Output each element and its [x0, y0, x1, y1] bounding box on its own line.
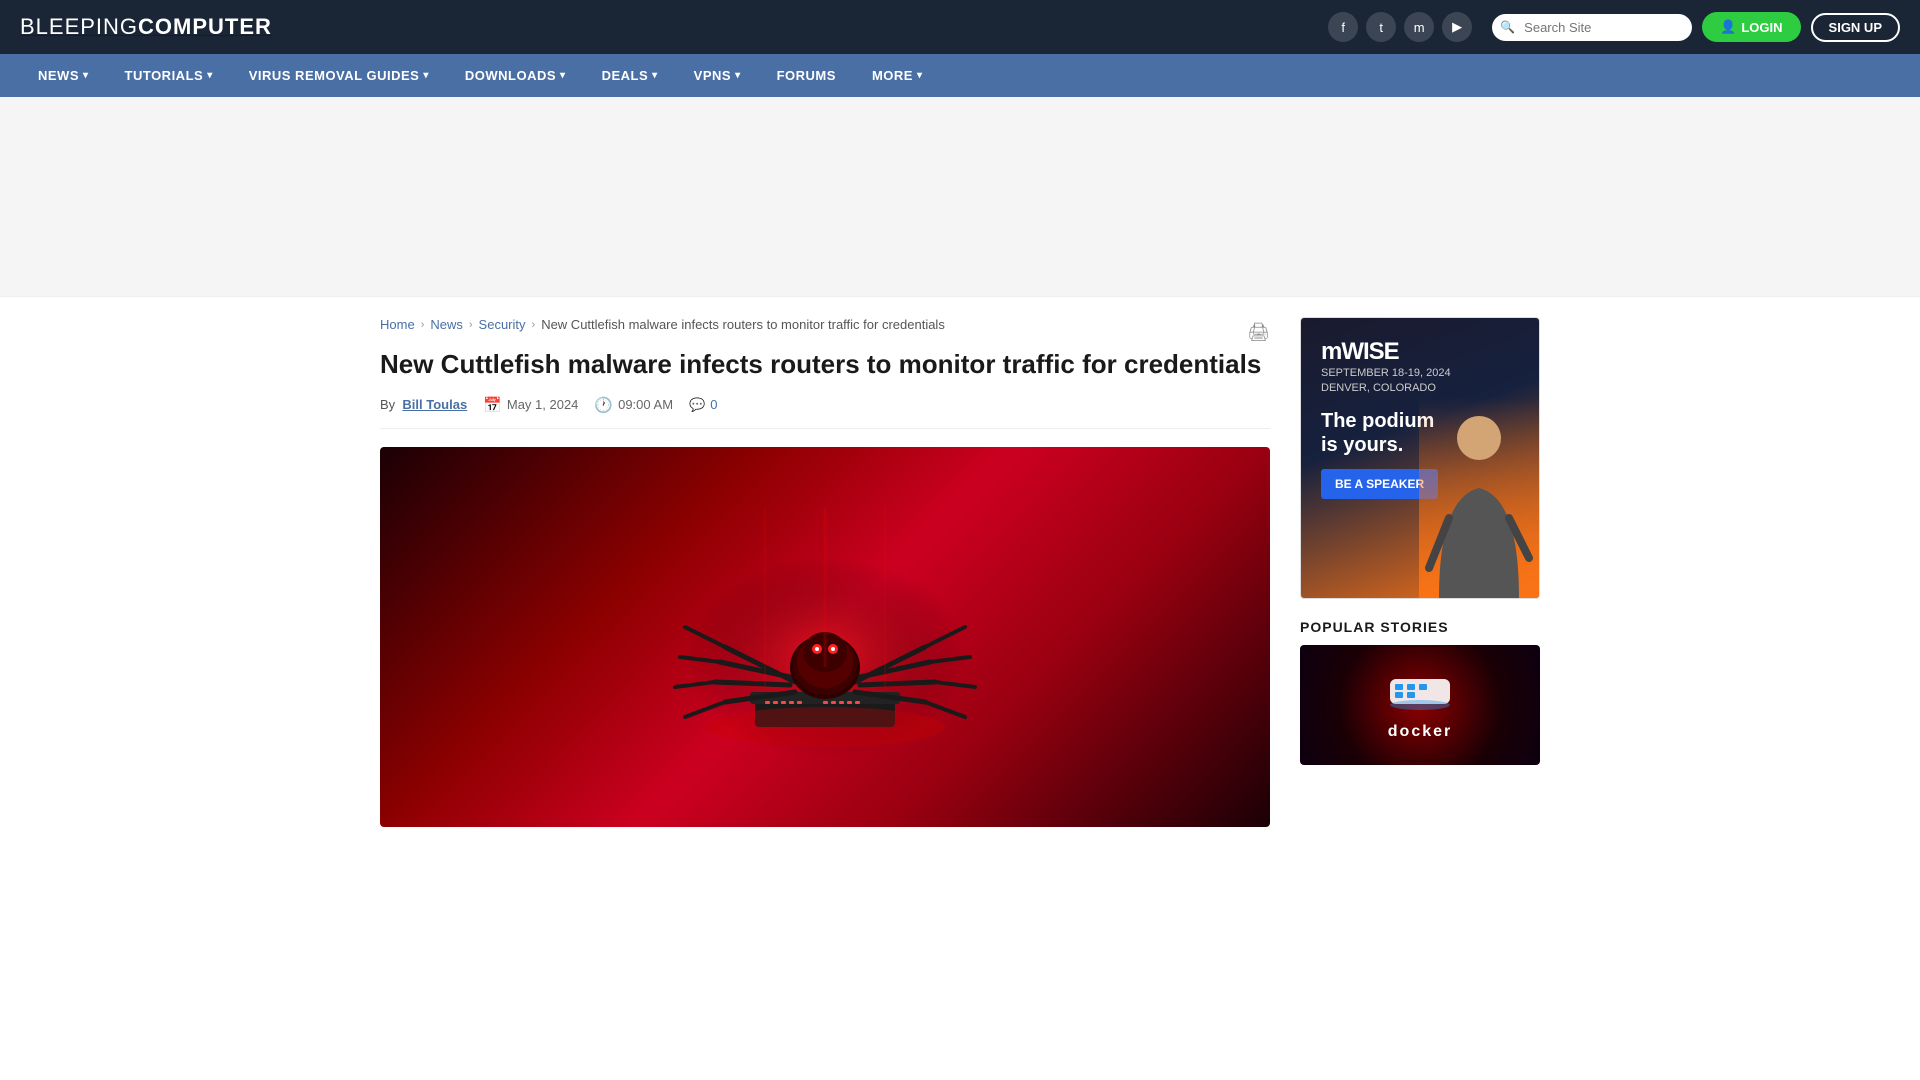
nav-vpns[interactable]: VPNS ▾ — [676, 54, 759, 97]
person-svg — [1419, 398, 1539, 598]
more-caret: ▾ — [917, 70, 923, 81]
popular-stories-title: POPULAR STORIES — [1300, 619, 1540, 635]
news-caret: ▾ — [83, 70, 89, 81]
ad-person-image — [1419, 398, 1539, 598]
author-link[interactable]: Bill Toulas — [402, 397, 467, 412]
article-meta: By Bill Toulas 📅 May 1, 2024 🕐 09:00 AM … — [380, 396, 1270, 429]
popular-story-thumb[interactable]: docker — [1300, 645, 1540, 765]
clock-icon: 🕐 — [594, 396, 613, 414]
virus-caret: ▾ — [423, 70, 429, 81]
vpns-caret: ▾ — [735, 70, 741, 81]
site-logo[interactable]: BLEEPINGCOMPUTER — [20, 14, 272, 40]
spider-svg — [665, 507, 985, 767]
login-button[interactable]: 👤 LOGIN — [1702, 12, 1800, 42]
calendar-icon: 📅 — [483, 396, 502, 414]
breadcrumb-sep-1: › — [421, 319, 425, 331]
nav-more[interactable]: MORE ▾ — [854, 54, 941, 97]
mastodon-icon[interactable]: m — [1404, 12, 1434, 42]
user-icon: 👤 — [1720, 19, 1736, 35]
article-date: 📅 May 1, 2024 — [483, 396, 578, 414]
nav-deals[interactable]: DEALS ▾ — [584, 54, 676, 97]
logo-light: BLEEPING — [20, 14, 138, 39]
downloads-caret: ▾ — [560, 70, 566, 81]
print-icon[interactable]: 🖨 — [1247, 322, 1270, 343]
deals-caret: ▾ — [652, 70, 658, 81]
sidebar-ad: mWISE SEPTEMBER 18-19, 2024 DENVER, COLO… — [1300, 317, 1540, 599]
nav-news[interactable]: NEWS ▾ — [20, 54, 107, 97]
author-prefix: By Bill Toulas — [380, 397, 467, 412]
article-time: 🕐 09:00 AM — [594, 396, 673, 414]
twitter-icon[interactable]: t — [1366, 12, 1396, 42]
header-actions: f t m ▶ 👤 LOGIN SIGN UP — [1328, 12, 1900, 42]
breadcrumb-sep-2: › — [469, 319, 473, 331]
breadcrumb-sep-3: › — [532, 319, 536, 331]
search-input[interactable] — [1492, 14, 1692, 41]
signup-button[interactable]: SIGN UP — [1811, 13, 1900, 42]
main-container: Home › News › Security › New Cuttlefish … — [360, 297, 1560, 847]
youtube-icon[interactable]: ▶ — [1442, 12, 1472, 42]
sidebar: mWISE SEPTEMBER 18-19, 2024 DENVER, COLO… — [1300, 317, 1540, 827]
breadcrumb-news[interactable]: News — [430, 317, 463, 332]
nav-tutorials[interactable]: TUTORIALS ▾ — [107, 54, 231, 97]
breadcrumb-current: New Cuttlefish malware infects routers t… — [541, 317, 945, 332]
popular-stories-section: POPULAR STORIES docker — [1300, 619, 1540, 765]
breadcrumb-home[interactable]: Home — [380, 317, 415, 332]
logo-bold: COMPUTER — [138, 14, 272, 39]
docker-text: docker — [1388, 723, 1452, 741]
breadcrumb-row: Home › News › Security › New Cuttlefish … — [380, 317, 1270, 348]
article-title: New Cuttlefish malware infects routers t… — [380, 348, 1270, 382]
social-icons: f t m ▶ — [1328, 12, 1472, 42]
article-hero-image — [380, 447, 1270, 827]
main-nav: NEWS ▾ TUTORIALS ▾ VIRUS REMOVAL GUIDES … — [0, 54, 1920, 97]
breadcrumb-security[interactable]: Security — [479, 317, 526, 332]
mwise-logo: mWISE — [1321, 338, 1519, 366]
tutorials-caret: ▾ — [207, 70, 213, 81]
site-header: BLEEPINGCOMPUTER f t m ▶ 👤 LOGIN SIGN UP — [0, 0, 1920, 54]
docker-svg — [1385, 669, 1455, 719]
nav-downloads[interactable]: DOWNLOADS ▾ — [447, 54, 584, 97]
breadcrumb: Home › News › Security › New Cuttlefish … — [380, 317, 945, 332]
search-wrapper — [1492, 14, 1692, 41]
facebook-icon[interactable]: f — [1328, 12, 1358, 42]
nav-forums[interactable]: FORUMS — [759, 54, 854, 97]
comment-icon: 💬 — [689, 397, 705, 413]
article-comments[interactable]: 💬 0 — [689, 397, 717, 413]
ad-inner: mWISE SEPTEMBER 18-19, 2024 DENVER, COLO… — [1301, 318, 1539, 598]
ad-banner — [0, 97, 1920, 297]
content-area: Home › News › Security › New Cuttlefish … — [380, 317, 1270, 827]
docker-logo: docker — [1385, 669, 1455, 741]
mwise-date: SEPTEMBER 18-19, 2024 DENVER, COLORADO — [1321, 366, 1519, 397]
nav-virus-removal[interactable]: VIRUS REMOVAL GUIDES ▾ — [231, 54, 447, 97]
